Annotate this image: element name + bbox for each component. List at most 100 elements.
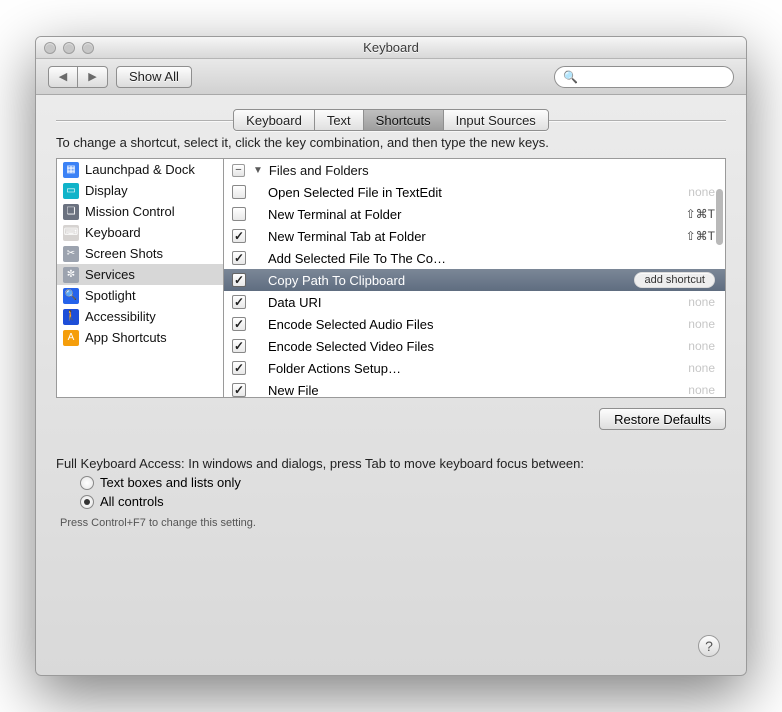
sidebar-item-label: Mission Control	[85, 204, 175, 219]
help-icon: ?	[705, 638, 713, 654]
toolbar: ◀ ▶ Show All 🔍	[36, 59, 746, 95]
restore-defaults-button[interactable]: Restore Defaults	[599, 408, 726, 430]
checkbox[interactable]	[232, 317, 246, 331]
fka-option-allcontrols[interactable]: All controls	[80, 494, 726, 509]
sidebar-item-label: Services	[85, 267, 135, 282]
category-icon: 🚶	[63, 309, 79, 325]
scrollbar-thumb[interactable]	[716, 189, 723, 245]
add-shortcut-button[interactable]: add shortcut	[634, 272, 715, 288]
service-row[interactable]: Open Selected File in TextEditnone	[224, 181, 725, 203]
minimize-icon[interactable]	[63, 42, 75, 54]
search-icon: 🔍	[563, 70, 578, 84]
radio-icon[interactable]	[80, 476, 94, 490]
search-text[interactable]	[582, 70, 737, 84]
checkbox[interactable]	[232, 361, 246, 375]
service-row[interactable]: New Filenone	[224, 379, 725, 398]
checkbox[interactable]	[232, 251, 246, 265]
service-name: Folder Actions Setup…	[268, 361, 688, 376]
category-icon: ❏	[63, 204, 79, 220]
sidebar-item[interactable]: ▭Display	[57, 180, 223, 201]
category-list[interactable]: ▦Launchpad & Dock▭Display ❏ Mission Contro…	[56, 158, 224, 398]
checkbox[interactable]	[232, 383, 246, 397]
shortcut-none: none	[688, 361, 715, 375]
service-name: New File	[268, 383, 688, 398]
disclosure-triangle-icon[interactable]: ▼	[253, 165, 263, 176]
chevron-right-icon: ▶	[88, 70, 96, 83]
titlebar: Keyboard	[36, 37, 746, 59]
sidebar-item-label: Keyboard	[85, 225, 141, 240]
prefs-content: Keyboard Text Shortcuts Input Sources To…	[36, 95, 746, 675]
sidebar-item[interactable]: ▦Launchpad & Dock	[57, 159, 223, 180]
category-icon: ▦	[63, 162, 79, 178]
back-button[interactable]: ◀	[48, 66, 78, 88]
collapse-icon[interactable]: −	[232, 164, 245, 177]
category-icon: 🔍	[63, 288, 79, 304]
checkbox[interactable]	[232, 207, 246, 221]
service-row[interactable]: Data URInone	[224, 291, 725, 313]
services-group-label: Files and Folders	[269, 163, 369, 178]
sidebar-item-label: App Shortcuts	[85, 330, 167, 345]
category-icon: ✼	[63, 267, 79, 283]
services-list[interactable]: − ▼ Files and Folders Open Selected File…	[224, 158, 726, 398]
sidebar-item-label: Screen Shots	[85, 246, 163, 261]
nav-back-forward: ◀ ▶	[48, 66, 108, 88]
service-name: Add Selected File To The Co…	[268, 251, 715, 266]
checkbox[interactable]	[232, 185, 246, 199]
shortcut-none: none	[688, 339, 715, 353]
tab-bar: Keyboard Text Shortcuts Input Sources	[233, 109, 549, 131]
service-name: Encode Selected Video Files	[268, 339, 688, 354]
service-row[interactable]: New Terminal at Folder⇧⌘T	[224, 203, 725, 225]
help-button[interactable]: ?	[698, 635, 720, 657]
sidebar-item-label: Display	[85, 183, 128, 198]
shortcut-label[interactable]: ⇧⌘T	[686, 207, 715, 221]
sidebar-item[interactable]: ⌨ Keyboard	[57, 222, 223, 243]
window-title: Keyboard	[36, 40, 746, 55]
service-row[interactable]: New Terminal Tab at Folder⇧⌘T	[224, 225, 725, 247]
sidebar-item-label: Accessibility	[85, 309, 156, 324]
sidebar-item-label: Spotlight	[85, 288, 136, 303]
radio-icon[interactable]	[80, 495, 94, 509]
service-name: Data URI	[268, 295, 688, 310]
forward-button[interactable]: ▶	[78, 66, 108, 88]
checkbox[interactable]	[232, 273, 246, 287]
service-row[interactable]: Copy Path To Clipboardadd shortcut	[224, 269, 725, 291]
sidebar-item[interactable]: ❏ Mission Control	[57, 201, 223, 222]
service-row[interactable]: Add Selected File To The Co…	[224, 247, 725, 269]
tab-shortcuts[interactable]: Shortcuts	[364, 110, 444, 130]
service-name: New Terminal Tab at Folder	[268, 229, 686, 244]
sidebar-item[interactable]: 🔍 Spotlight	[57, 285, 223, 306]
tab-keyboard[interactable]: Keyboard	[234, 110, 315, 130]
preferences-window: Keyboard ◀ ▶ Show All 🔍 Keyboard Text Sh…	[35, 36, 747, 676]
tab-input-sources[interactable]: Input Sources	[444, 110, 548, 130]
checkbox[interactable]	[232, 339, 246, 353]
fka-hint: Press Control+F7 to change this setting.	[60, 517, 726, 529]
service-name: New Terminal at Folder	[268, 207, 686, 222]
checkbox[interactable]	[232, 229, 246, 243]
show-all-label: Show All	[129, 69, 179, 84]
category-icon: A	[63, 330, 79, 346]
zoom-icon[interactable]	[82, 42, 94, 54]
category-icon: ✂	[63, 246, 79, 262]
shortcut-none: none	[688, 185, 715, 199]
sidebar-item[interactable]: 🚶 Accessibility	[57, 306, 223, 327]
shortcut-none: none	[688, 383, 715, 397]
service-row[interactable]: Encode Selected Audio Filesnone	[224, 313, 725, 335]
services-group-header[interactable]: − ▼ Files and Folders	[224, 159, 725, 181]
traffic-lights	[36, 42, 94, 54]
sidebar-item[interactable]: ✼ Services	[57, 264, 223, 285]
service-row[interactable]: Folder Actions Setup…none	[224, 357, 725, 379]
shortcut-label[interactable]: ⇧⌘T	[686, 229, 715, 243]
fka-option-textboxes[interactable]: Text boxes and lists only	[80, 475, 726, 490]
show-all-button[interactable]: Show All	[116, 66, 192, 88]
search-input[interactable]: 🔍	[554, 66, 734, 88]
close-icon[interactable]	[44, 42, 56, 54]
service-row[interactable]: Encode Selected Video Filesnone	[224, 335, 725, 357]
service-name: Copy Path To Clipboard	[268, 273, 634, 288]
tab-text[interactable]: Text	[315, 110, 364, 130]
checkbox[interactable]	[232, 295, 246, 309]
sidebar-item[interactable]: A App Shortcuts	[57, 327, 223, 348]
sidebar-item[interactable]: ✂ Screen Shots	[57, 243, 223, 264]
full-keyboard-access-label: Full Keyboard Access: In windows and dia…	[56, 456, 726, 471]
service-name: Encode Selected Audio Files	[268, 317, 688, 332]
category-icon: ⌨	[63, 225, 79, 241]
